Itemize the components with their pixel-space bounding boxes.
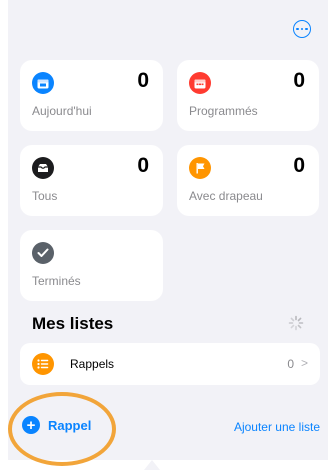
more-options-button[interactable] — [293, 20, 311, 38]
calendar-icon — [189, 72, 211, 94]
list-item-count: 0 — [287, 357, 294, 371]
calendar-icon — [32, 72, 54, 94]
tray-icon — [32, 157, 54, 179]
smart-list-all[interactable]: 0 Tous — [20, 145, 163, 216]
flag-icon — [189, 157, 211, 179]
add-reminder-label: Rappel — [48, 417, 92, 433]
smart-list-count: 0 — [137, 154, 149, 177]
smart-list-label: Avec drapeau — [189, 189, 263, 203]
smart-list-label: Terminés — [32, 274, 81, 288]
chevron-right-icon: > — [300, 356, 308, 370]
add-list-button[interactable]: Ajouter une liste — [234, 420, 320, 434]
smart-list-flagged[interactable]: 0 Avec drapeau — [177, 145, 319, 216]
smart-list-completed[interactable]: Terminés — [20, 230, 163, 301]
add-reminder-button[interactable]: + Rappel — [22, 416, 91, 434]
list-bullet-icon — [32, 353, 54, 375]
list-item-name: Rappels — [70, 357, 115, 371]
plus-circle-icon: + — [22, 416, 40, 434]
smart-list-label: Aujourd'hui — [32, 104, 92, 118]
ellipsis-circle-icon — [296, 27, 299, 31]
smart-list-count: 0 — [293, 69, 305, 92]
smart-list-count: 0 — [293, 154, 305, 177]
smart-list-label: Tous — [32, 189, 58, 203]
smart-list-today[interactable]: 0 Aujourd'hui — [20, 60, 163, 131]
smart-list-count: 0 — [137, 69, 149, 92]
list-item-rappels[interactable]: Rappels 0 > — [20, 343, 320, 385]
my-lists-title: Mes listes — [32, 314, 114, 333]
popover-arrow — [144, 460, 160, 470]
checkmark-icon — [32, 242, 54, 264]
smart-list-label: Programmés — [189, 104, 258, 118]
loading-spinner-icon — [288, 315, 304, 331]
smart-list-scheduled[interactable]: 0 Programmés — [177, 60, 319, 131]
